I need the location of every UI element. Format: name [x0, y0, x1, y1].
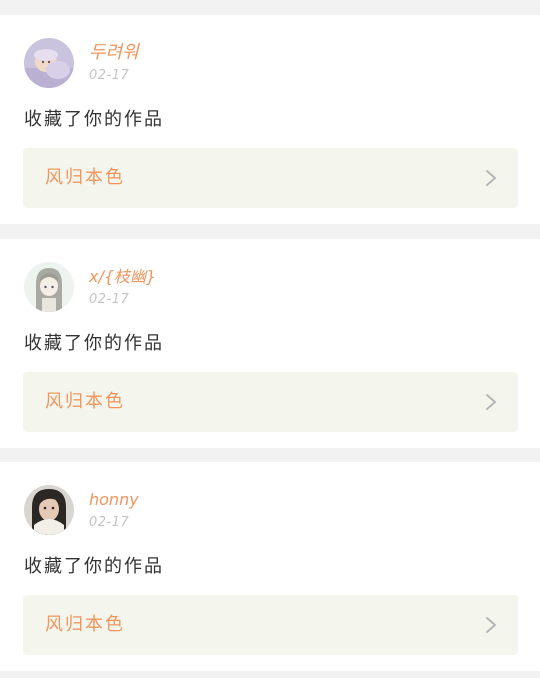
user-avatar[interactable]: [24, 485, 74, 535]
chevron-right-icon: [486, 617, 496, 633]
activity-text: 收藏了你的作品: [24, 109, 164, 130]
work-link-card[interactable]: 风归本色: [23, 148, 518, 208]
chevron-right-icon: [486, 170, 496, 186]
work-link-card[interactable]: 风归本色: [23, 595, 518, 655]
anime-girl-avatar-icon: [24, 262, 74, 312]
feed-item: honny 02-17 收藏了你的作品 风归本色: [0, 462, 540, 671]
woman-portrait-avatar-icon: [24, 485, 74, 535]
baby-photo-avatar-icon: [24, 38, 74, 88]
work-title: 风归本色: [45, 167, 125, 188]
username[interactable]: honny: [89, 489, 139, 511]
work-link-card[interactable]: 风归本色: [23, 372, 518, 432]
work-title: 风归本色: [45, 614, 125, 635]
feed-item: x/{枝幽} 02-17 收藏了你的作品 风归本色: [0, 239, 540, 448]
timestamp: 02-17: [89, 515, 130, 530]
chevron-right-icon: [486, 394, 496, 410]
feed-item: 두려워 02-17 收藏了你的作品 风归本色: [0, 15, 540, 224]
timestamp: 02-17: [89, 292, 130, 307]
work-title: 风归本色: [45, 391, 125, 412]
activity-feed: 두려워 02-17 收藏了你的作品 风归本色 x/{枝幽} 02-17 收藏了你…: [0, 0, 540, 678]
user-avatar[interactable]: [24, 262, 74, 312]
username[interactable]: x/{枝幽}: [89, 266, 156, 288]
timestamp: 02-17: [89, 68, 130, 83]
activity-text: 收藏了你的作品: [24, 556, 164, 577]
username[interactable]: 두려워: [89, 42, 139, 64]
user-avatar[interactable]: [24, 38, 74, 88]
activity-text: 收藏了你的作品: [24, 333, 164, 354]
